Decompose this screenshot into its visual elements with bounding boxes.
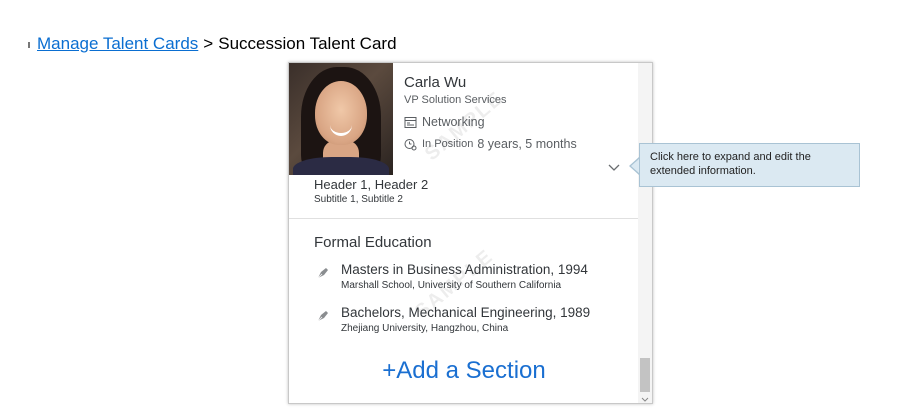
breadcrumb-marker — [28, 41, 30, 48]
person-name: Carla Wu — [404, 74, 467, 91]
talent-card: Carla Wu VP Solution Services Networking… — [288, 62, 653, 404]
card-header-text: Header 1, Header 2 — [314, 177, 429, 192]
breadcrumb-separator: > — [203, 34, 214, 53]
pen-nib-icon — [316, 309, 330, 323]
in-position-value: 8 years, 5 months — [477, 137, 577, 151]
pen-nib-icon — [316, 266, 330, 280]
breadcrumb-current: Succession Talent Card — [218, 34, 397, 53]
divider — [289, 218, 639, 219]
person-title: VP Solution Services — [404, 94, 507, 106]
in-position-label: In Position — [422, 138, 474, 150]
breadcrumb-link-manage-talent-cards[interactable]: Manage Talent Cards — [37, 34, 198, 53]
card-subtitle-text: Subtitle 1, Subtitle 2 — [314, 194, 403, 205]
scrollbar-thumb[interactable] — [640, 358, 650, 392]
education-school: Zhejiang University, Hangzhou, China — [341, 323, 509, 334]
expand-chevron-icon[interactable] — [607, 161, 621, 175]
networking-row: Networking — [404, 115, 485, 129]
networking-icon — [404, 116, 417, 129]
add-section-button[interactable]: +Add a Section — [289, 357, 639, 385]
scrollbar[interactable] — [638, 63, 652, 403]
scroll-down-arrow-icon[interactable] — [641, 391, 649, 402]
clock-person-icon — [404, 138, 417, 151]
profile-photo — [289, 63, 393, 175]
education-degree: Masters in Business Administration, 1994 — [341, 262, 588, 277]
expand-tooltip: Click here to expand and edit the extend… — [639, 143, 860, 187]
formal-education-title: Formal Education — [314, 234, 432, 251]
networking-label: Networking — [422, 115, 485, 129]
breadcrumb: Manage Talent Cards > Succession Talent Ca… — [28, 34, 397, 54]
education-school: Marshall School, University of Southern … — [341, 280, 562, 291]
education-degree: Bachelors, Mechanical Engineering, 1989 — [341, 305, 591, 320]
in-position-row: In Position 8 years, 5 months — [404, 137, 577, 151]
